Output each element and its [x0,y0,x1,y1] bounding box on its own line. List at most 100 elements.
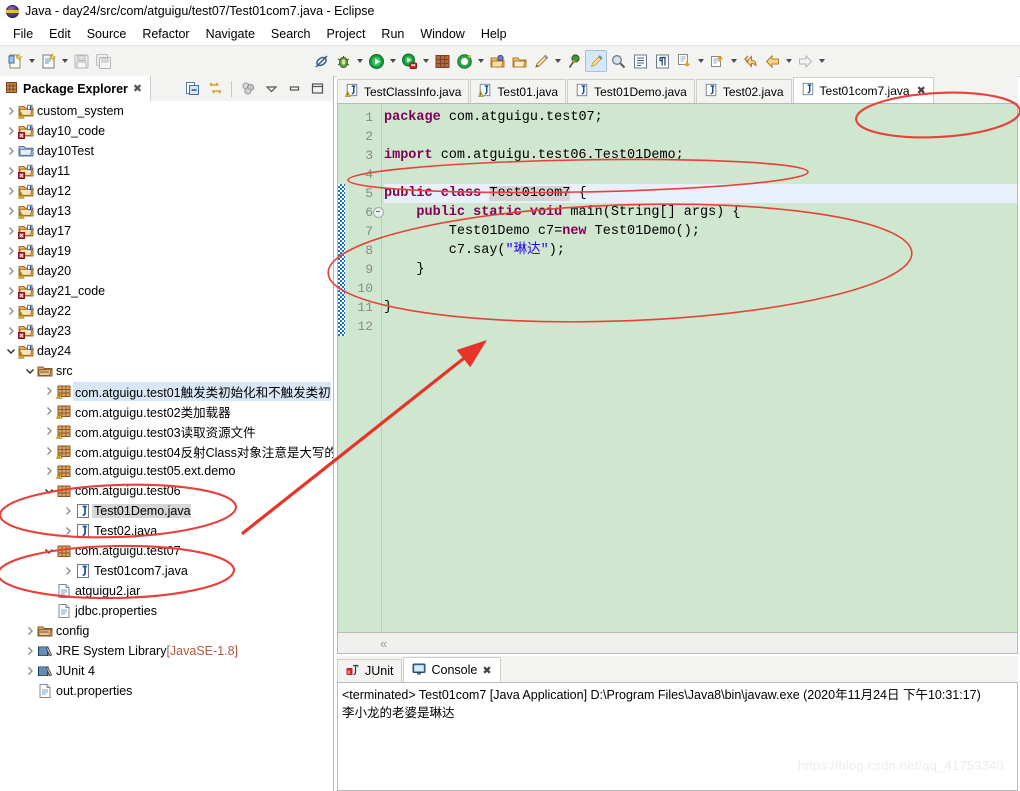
run-dropdown-icon[interactable] [387,50,398,72]
editor-tab-test01-java[interactable]: Test01.java [470,79,567,103]
menu-item-window[interactable]: Window [412,25,472,43]
previous-annotation-dropdown-icon[interactable] [728,50,739,72]
chevron-down-icon[interactable] [42,481,55,501]
maximize-icon[interactable] [307,79,327,99]
code-editor[interactable]: 1 2 3 4 5 6 7 8 9 10 11 12 package com.atguigu.test… [337,103,1018,633]
console-output[interactable]: <terminated> Test01com7 [Java Applicatio… [337,682,1018,791]
tree-row[interactable]: com.atguigu.test06 [0,481,333,501]
menu-item-search[interactable]: Search [263,25,319,43]
run-external-tools-dropdown-icon[interactable] [420,50,431,72]
next-annotation-icon[interactable] [673,50,695,72]
chevron-right-icon[interactable] [42,421,55,441]
new-wizard-icon[interactable] [4,50,26,72]
tree-row[interactable]: atguigu2.jar [0,581,333,601]
editor-tab-testclassinfo-java[interactable]: TestClassInfo.java [337,79,470,103]
chevron-right-icon[interactable] [4,261,17,281]
filters-icon[interactable] [238,79,258,99]
tree-row[interactable]: day21_code [0,281,333,301]
tree-row[interactable]: day10_code [0,121,333,141]
highlight-icon[interactable] [585,50,607,72]
link-with-editor-icon[interactable] [205,79,225,99]
tree-row[interactable]: day24 [0,341,333,361]
tree-row[interactable]: out.properties [0,681,333,701]
tab-package-explorer[interactable]: Package Explorer ✖ [0,76,152,101]
view-menu-icon[interactable] [261,79,281,99]
next-annotation-dropdown-icon[interactable] [695,50,706,72]
tree-row[interactable]: day13 [0,201,333,221]
open-task-icon[interactable] [453,50,475,72]
previous-annotation-icon[interactable] [706,50,728,72]
project-tree[interactable]: custom_system day10_code day10Test day11 day… [0,101,333,791]
tree-row[interactable]: com.atguigu.test07 [0,541,333,561]
close-icon[interactable]: ✖ [917,84,926,97]
tree-row[interactable]: config [0,621,333,641]
chevron-down-icon[interactable] [42,541,55,561]
tree-row[interactable]: day17 [0,221,333,241]
chevron-right-icon[interactable] [61,561,74,581]
back-arrow-icon[interactable]: « [380,636,387,651]
chevron-right-icon[interactable] [4,201,17,221]
tree-row[interactable]: custom_system [0,101,333,121]
editor-tab-test02-java[interactable]: Test02.java [695,79,792,103]
menu-item-edit[interactable]: Edit [41,25,79,43]
toggle-mark-occurrences-icon[interactable] [629,50,651,72]
chevron-right-icon[interactable] [61,501,74,521]
chevron-right-icon[interactable] [23,641,36,661]
collapse-all-icon[interactable] [182,79,202,99]
new-java-class-icon[interactable] [37,50,59,72]
tree-row[interactable]: JUnit 4 [0,661,333,681]
close-icon[interactable]: ✖ [482,664,491,677]
chevron-right-icon[interactable] [61,521,74,541]
chevron-right-icon[interactable] [42,401,55,421]
code-text-area[interactable]: package com.atguigu.test07; import com.at… [384,104,1017,632]
menu-item-run[interactable]: Run [373,25,412,43]
pin-icon[interactable] [563,50,585,72]
chevron-right-icon[interactable] [4,181,17,201]
edit-icon[interactable] [530,50,552,72]
chevron-down-icon[interactable] [23,361,36,381]
tree-row[interactable]: com.atguigu.test05.ext.demo [0,461,333,481]
tree-row[interactable]: day20 [0,261,333,281]
chevron-right-icon[interactable] [42,461,55,481]
chevron-right-icon[interactable] [4,321,17,341]
edit-dropdown-icon[interactable] [552,50,563,72]
tree-row[interactable]: src [0,361,333,381]
debug-dropdown-icon[interactable] [354,50,365,72]
tree-row[interactable]: day12 [0,181,333,201]
chevron-right-icon[interactable] [4,141,17,161]
new-java-package-icon[interactable] [431,50,453,72]
skip-breakpoints-icon[interactable] [310,50,332,72]
tree-row[interactable]: com.atguigu.test02类加载器 [0,401,333,421]
tree-row[interactable]: day23 [0,321,333,341]
tree-row[interactable]: jdbc.properties [0,601,333,621]
tree-row[interactable]: Test01com7.java [0,561,333,581]
menu-item-source[interactable]: Source [79,25,135,43]
menu-item-project[interactable]: Project [319,25,374,43]
tree-row[interactable]: Test02.java [0,521,333,541]
fold-collapse-icon[interactable] [373,203,384,222]
tree-row[interactable]: com.atguigu.test04反射Class对象注意是大写的 [0,441,333,461]
chevron-right-icon[interactable] [4,161,17,181]
back-icon[interactable] [761,50,783,72]
tab-console[interactable]: Console ✖ [403,657,501,682]
tree-row[interactable]: com.atguigu.test03读取资源文件 [0,421,333,441]
editor-bottom-bar[interactable]: « [337,633,1018,654]
forward-dropdown-icon[interactable] [816,50,827,72]
debug-icon[interactable] [332,50,354,72]
chevron-right-icon[interactable] [4,121,17,141]
back-dropdown-icon[interactable] [783,50,794,72]
chevron-right-icon[interactable] [42,441,55,461]
new-wizard-dropdown-icon[interactable] [26,50,37,72]
open-type-icon[interactable] [486,50,508,72]
chevron-right-icon[interactable] [42,381,55,401]
tree-row[interactable]: day19 [0,241,333,261]
open-task-dropdown-icon[interactable] [475,50,486,72]
menu-item-refactor[interactable]: Refactor [134,25,197,43]
chevron-right-icon[interactable] [4,241,17,261]
tab-junit[interactable]: x JUnit [337,659,403,682]
editor-tab-test01demo-java[interactable]: Test01Demo.java [567,79,695,103]
chevron-right-icon[interactable] [4,301,17,321]
tree-row[interactable]: JRE System Library [JavaSE-1.8] [0,641,333,661]
show-whitespace-icon[interactable] [651,50,673,72]
search-icon[interactable] [607,50,629,72]
